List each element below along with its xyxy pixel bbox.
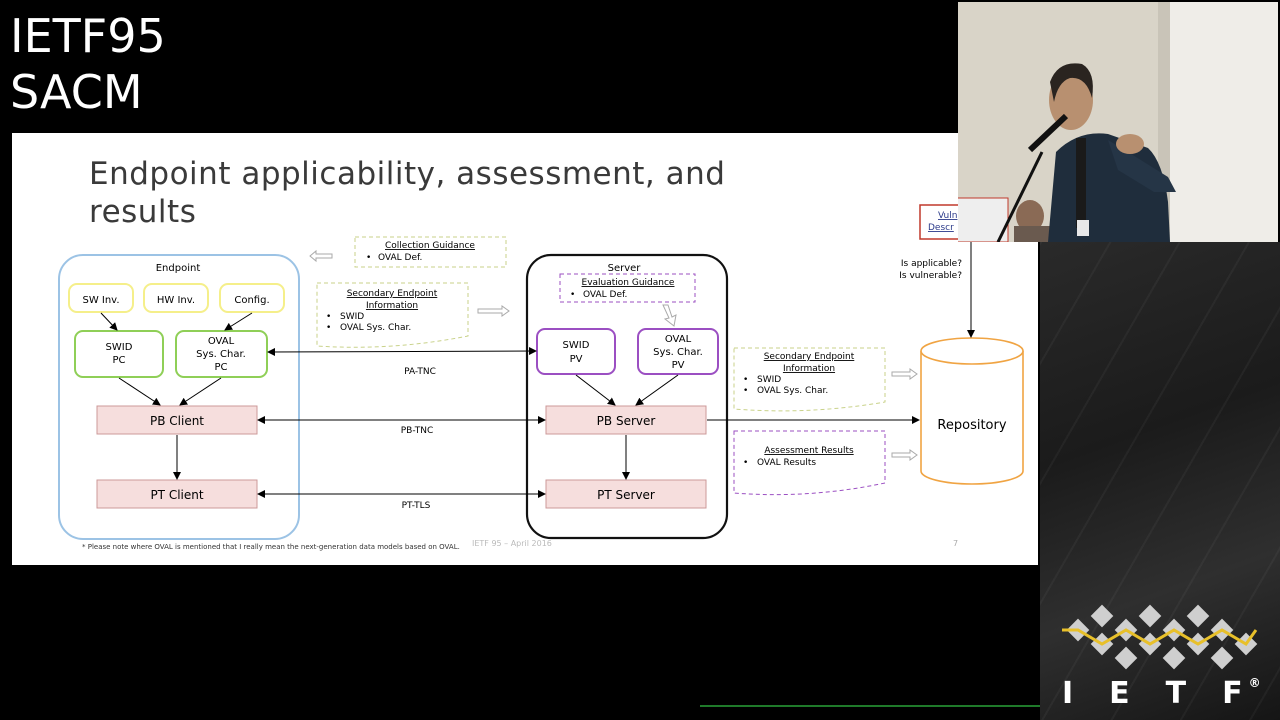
secondary-info-right-title-1: Secondary Endpoint — [764, 352, 855, 362]
slide-footnote: * Please note where OVAL is mentioned th… — [82, 543, 460, 551]
registered-mark: ® — [1248, 676, 1261, 690]
swid-pc-line-2: PC — [112, 355, 125, 366]
swid-pc-line-1: SWID — [106, 342, 133, 353]
sw-inventory-label: SW Inv. — [82, 295, 119, 306]
collection-guidance-title: Collection Guidance — [385, 241, 475, 251]
pa-tnc-label: PA-TNC — [404, 367, 436, 377]
repository-label: Repository — [937, 418, 1006, 433]
right-arrow-icon — [477, 305, 510, 317]
pt-tls-label: PT-TLS — [402, 501, 431, 511]
speaker-video-frame — [958, 2, 1278, 242]
secondary-info-left-bullet-2: • — [326, 323, 331, 333]
ietf-wordmark: IETF® — [1062, 676, 1261, 711]
progress-accent — [700, 705, 1040, 707]
arrow-sw-to-swid — [100, 312, 118, 331]
secondary-info-right-bullet-1: • — [743, 375, 748, 385]
oval-pc-line-3: PC — [214, 362, 227, 373]
slide-page-number: 7 — [953, 539, 959, 548]
pa-tnc-connection — [267, 347, 537, 356]
oval-pv-line-1: OVAL — [665, 334, 692, 345]
event-name: IETF95 — [10, 9, 166, 63]
evaluation-guidance-bullet: • — [570, 290, 575, 300]
pt-server-label: PT Server — [597, 488, 655, 502]
oval-pv-line-2: Sys. Char. — [653, 347, 703, 358]
down-arrow-icon — [662, 304, 677, 327]
slide-footer: IETF 95 – April 2016 — [472, 539, 552, 548]
secondary-info-right-item-2: OVAL Sys. Char. — [757, 386, 828, 396]
question-applicable: Is applicable? — [901, 259, 962, 269]
assessment-results-title: Assessment Results — [764, 446, 854, 456]
secondary-info-left-bullet-1: • — [326, 312, 331, 322]
hw-inventory-label: HW Inv. — [157, 295, 195, 306]
arrow-oval-pv-to-pb — [635, 374, 679, 406]
left-arrow-icon — [309, 249, 333, 263]
vulnerability-box-line-2: Descr — [928, 223, 954, 233]
pb-server-label: PB Server — [597, 414, 656, 428]
oval-pc-line-2: Sys. Char. — [196, 349, 246, 360]
secondary-info-right-bullet-2: • — [743, 386, 748, 396]
presentation-slide: Endpoint applicability, assessment, and … — [12, 133, 1038, 565]
assessment-results-bullet: • — [743, 458, 748, 468]
oval-pc-line-1: OVAL — [208, 336, 235, 347]
pt-client-label: PT Client — [150, 488, 203, 502]
oval-pv-line-3: PV — [672, 360, 685, 371]
repository-top — [920, 337, 1024, 365]
secondary-info-right-title-2: Information — [783, 364, 835, 374]
arrow-swid-to-pb — [118, 377, 161, 406]
secondary-info-left-item-1: SWID — [340, 312, 364, 322]
question-vulnerable: Is vulnerable? — [899, 271, 962, 281]
secondary-info-right-item-1: SWID — [757, 375, 781, 385]
secondary-info-left-title-2: Information — [366, 301, 418, 311]
arrow-oval-to-pb — [179, 377, 222, 406]
collection-guidance-item: OVAL Def. — [378, 253, 422, 263]
swid-pv-line-2: PV — [570, 354, 583, 365]
evaluation-guidance-title: Evaluation Guidance — [582, 278, 675, 288]
assessment-results-item: OVAL Results — [757, 458, 816, 468]
ietf-wordmark-text: IETF — [1062, 676, 1279, 711]
vulnerability-box-line-1: Vuln — [938, 211, 957, 221]
evaluation-guidance-item: OVAL Def. — [583, 290, 627, 300]
right-arrow-icon — [891, 449, 918, 461]
swid-pv-box — [536, 328, 616, 375]
arrow-config-to-oval — [224, 312, 253, 331]
architecture-diagram: Endpoint SW Inv. HW Inv. Config. SWID PC… — [58, 204, 1024, 540]
pb-tnc-label: PB-TNC — [401, 426, 434, 436]
swid-pc-box — [74, 330, 164, 378]
event-title: IETF95 SACM — [10, 8, 166, 120]
server-label: Server — [608, 263, 642, 274]
secondary-info-left-item-2: OVAL Sys. Char. — [340, 323, 411, 333]
config-label: Config. — [234, 295, 269, 306]
secondary-info-left-title-1: Secondary Endpoint — [347, 289, 438, 299]
pb-client-label: PB Client — [150, 414, 204, 428]
swid-pv-line-1: SWID — [563, 340, 590, 351]
working-group-name: SACM — [10, 65, 143, 119]
collection-guidance-bullet: • — [366, 253, 371, 263]
right-arrow-icon — [891, 368, 918, 380]
endpoint-label: Endpoint — [156, 263, 201, 274]
arrow-swid-pv-to-pb — [575, 374, 616, 406]
speaker-video — [958, 2, 1278, 242]
